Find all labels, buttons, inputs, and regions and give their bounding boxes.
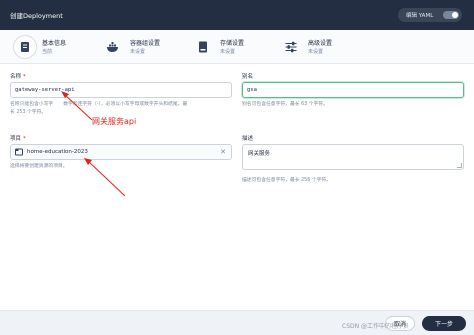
step-advanced-settings[interactable]: 高级设置 未设置 [280,35,332,59]
resize-grip-icon [457,163,462,168]
edit-yaml-label: 编辑 YAML [406,13,434,19]
project-value: home-education-2023 [27,149,88,155]
alias-hint: 别名可包含任意字符，最长 63 个字符。 [242,102,328,107]
alias-input[interactable]: gsa [242,82,464,98]
step-name: 容器组设置 [130,39,161,47]
project-hint: 选择将要创建资源的项目。 [10,164,68,169]
step-name: 存储设置 [220,39,245,47]
annotation-text: 网关服务api [92,117,137,126]
step-status: 当前 [42,48,53,55]
description-value: 网关服务 [248,151,271,157]
step-name: 高级设置 [308,39,333,47]
edit-yaml-toggle[interactable]: 编辑 YAML [398,8,462,22]
dialog-title: 创建Deployment [10,12,63,20]
watermark-text: CSDN @工作中的程序员 [342,323,410,330]
description-textarea[interactable]: 网关服务 [242,144,464,170]
docker-whale-icon [102,36,124,58]
step-name: 基本信息 [42,39,67,47]
name-label: 名称 * [10,74,26,80]
storage-disk-icon [192,36,214,58]
info-doc-icon [14,36,36,58]
wizard-steps: 基本信息 当前 容器组设置 未设置 存储设置 未设置 高级设置 未设置 [0,30,474,64]
dialog-header: 创建Deployment 编辑 YAML [0,0,474,30]
step-storage-settings[interactable]: 存储设置 未设置 [192,35,244,59]
clear-icon[interactable]: ✕ [220,148,226,156]
step-status: 未设置 [308,48,324,55]
basic-info-form: 名称 * gateway-server-api 名称只能包含小写字 数字和连字符（-… [0,64,474,310]
description-hint: 描述可包含任意字符，最长 256 个字符。 [242,178,331,183]
project-select[interactable]: home-education-2023 ✕ [10,144,232,160]
description-label: 描述 [242,136,254,142]
step-status: 未设置 [130,48,146,55]
alias-label: 别名 [242,74,254,80]
step-container-settings[interactable]: 容器组设置 未设置 [102,35,160,59]
next-button[interactable]: 下一步 [422,316,466,331]
yaml-switch[interactable] [443,11,459,19]
name-hint: 名称只能包含小写字 数字和连字符（-），必须以小写字母或数字开头和结尾，最 长 2… [10,102,188,115]
step-basic-info[interactable]: 基本信息 当前 [14,35,66,59]
step-status: 未设置 [220,48,236,55]
name-input[interactable]: gateway-server-api [10,82,232,98]
project-icon [15,148,23,156]
project-label: 项目 * [10,136,26,142]
sliders-icon [280,36,302,58]
